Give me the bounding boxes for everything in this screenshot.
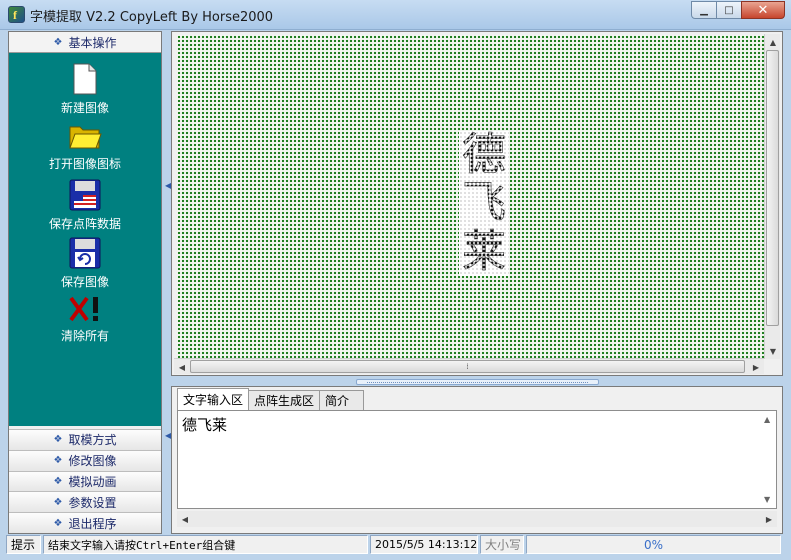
maximize-icon: □	[724, 4, 734, 16]
scroll-up-icon[interactable]: ▲	[764, 415, 770, 424]
group-header-modeling[interactable]: ❖ 取模方式	[9, 429, 161, 450]
scroll-left-icon[interactable]: ◀	[177, 511, 193, 527]
save-dot-data-button[interactable]: 保存点阵数据	[9, 179, 161, 237]
close-button[interactable]: ✕	[741, 1, 785, 19]
tool-list: 新建图像 打开图像图标 保存点阵数据 保存图像 清除所有	[9, 53, 161, 426]
new-image-button[interactable]: 新建图像	[9, 63, 161, 121]
diamond-icon: ❖	[53, 455, 63, 467]
folder-icon	[69, 126, 102, 149]
new-file-icon	[73, 63, 97, 95]
bottom-pane: 文字输入区 点阵生成区 简介 德飞莱 ▲ ▼ ◀ ▶	[171, 386, 783, 534]
canvas-vertical-scrollbar[interactable]: ▲ ▼	[764, 34, 780, 359]
text-horizontal-scrollbar[interactable]: ◀ ▶	[177, 511, 777, 527]
group-header-label: 修改图像	[68, 454, 117, 469]
floppy-save-icon	[69, 237, 101, 269]
splitter-grip[interactable]	[356, 379, 599, 385]
status-caps: 大小写	[480, 535, 524, 554]
tool-label: 清除所有	[60, 329, 109, 343]
group-header-settings[interactable]: ❖ 参数设置	[9, 491, 161, 513]
sidebar: ❖ 基本操作 新建图像 打开图像图标 保存点阵数据 保存图像 清除所有 ❖ 取模…	[8, 31, 162, 534]
window-title: 字模提取 V2.2 CopyLeft By Horse2000	[30, 10, 274, 25]
diamond-icon: ❖	[53, 476, 63, 487]
group-header-label: 退出程序	[68, 516, 117, 531]
diamond-icon: ❖	[53, 36, 63, 48]
tool-label: 打开图像图标	[48, 157, 121, 171]
status-message: 结束文字输入请按Ctrl+Enter组合键	[43, 535, 368, 554]
maximize-button[interactable]: □	[716, 1, 742, 19]
glyph-char: 德	[462, 129, 507, 181]
tool-label: 保存点阵数据	[48, 217, 121, 231]
horizontal-splitter[interactable]	[171, 377, 783, 386]
clear-all-icon	[69, 296, 98, 322]
diamond-icon: ❖	[53, 434, 63, 446]
glyph-preview[interactable]: 德 飞 莱	[459, 131, 509, 276]
dot-matrix-canvas[interactable]: 德 飞 莱	[177, 35, 765, 360]
clear-all-button[interactable]: 清除所有	[9, 295, 161, 353]
group-list: ❖ 取模方式 ❖ 修改图像 ❖ 模拟动画 ❖ 参数设置 ❖ 退出程序	[9, 429, 161, 533]
group-header-label: 取模方式	[68, 433, 117, 448]
diamond-icon: ❖	[53, 496, 63, 508]
group-header-label: 基本操作	[68, 35, 117, 50]
group-header-label: 模拟动画	[68, 475, 117, 489]
tab-dot-output[interactable]: 点阵生成区	[248, 390, 321, 410]
window-controls: ▁ □ ✕	[691, 1, 785, 19]
tab-intro[interactable]: 简介	[319, 390, 365, 410]
scroll-down-icon[interactable]: ▼	[765, 343, 781, 359]
glyph-char: 莱	[462, 225, 507, 277]
group-header-animation[interactable]: ❖ 模拟动画	[9, 470, 161, 492]
canvas-horizontal-scrollbar[interactable]: ◀ ⁞ ▶	[174, 358, 764, 374]
scroll-right-icon[interactable]: ▶	[761, 511, 777, 527]
close-icon: ✕	[757, 2, 769, 18]
scroll-thumb[interactable]: ⁞	[190, 360, 745, 373]
minimize-button[interactable]: ▁	[691, 1, 717, 19]
tool-label: 保存图像	[60, 275, 109, 289]
group-header-basic[interactable]: ❖ 基本操作	[9, 32, 161, 53]
tab-bar: 文字输入区 点阵生成区 简介	[177, 388, 365, 410]
app-icon-glyph: f	[13, 8, 17, 22]
group-header-label: 参数设置	[68, 495, 117, 510]
scroll-left-icon[interactable]: ◀	[174, 359, 190, 375]
tool-label: 新建图像	[60, 101, 109, 115]
scroll-down-icon[interactable]: ▼	[764, 495, 770, 504]
diamond-icon: ❖	[53, 517, 63, 529]
status-progress: 0%	[526, 535, 781, 554]
open-image-button[interactable]: 打开图像图标	[9, 121, 161, 179]
status-hint-label: 提示	[6, 535, 41, 554]
scroll-up-icon[interactable]: ▲	[765, 34, 781, 50]
glyph-char: 飞	[462, 177, 507, 229]
save-image-button[interactable]: 保存图像	[9, 237, 161, 295]
canvas-frame: 德 飞 莱 ▲ ▼ ◀ ⁞ ▶	[171, 31, 783, 376]
floppy-flag-icon	[69, 179, 101, 211]
group-header-edit-image[interactable]: ❖ 修改图像	[9, 449, 161, 471]
vertical-splitter[interactable]: ◀ ◀	[163, 31, 171, 534]
minimize-icon: ▁	[700, 4, 708, 16]
text-input-value: 德飞莱	[182, 416, 228, 434]
tab-text-input[interactable]: 文字输入区	[177, 388, 250, 410]
group-header-exit[interactable]: ❖ 退出程序	[9, 512, 161, 533]
text-input-area[interactable]: 德飞莱 ▲ ▼	[177, 410, 777, 509]
status-bar: 提示 结束文字输入请按Ctrl+Enter组合键 2015/5/5 14:13:…	[6, 535, 787, 554]
title-bar[interactable]: f 字模提取 V2.2 CopyLeft By Horse2000 ▁ □ ✕	[0, 0, 791, 30]
app-icon[interactable]: f	[8, 6, 25, 23]
scroll-right-icon[interactable]: ▶	[748, 359, 764, 375]
status-datetime: 2015/5/5 14:13:12	[370, 535, 478, 554]
text-vertical-scrollbar[interactable]: ▲ ▼	[760, 411, 776, 508]
scroll-thumb[interactable]	[766, 50, 779, 326]
